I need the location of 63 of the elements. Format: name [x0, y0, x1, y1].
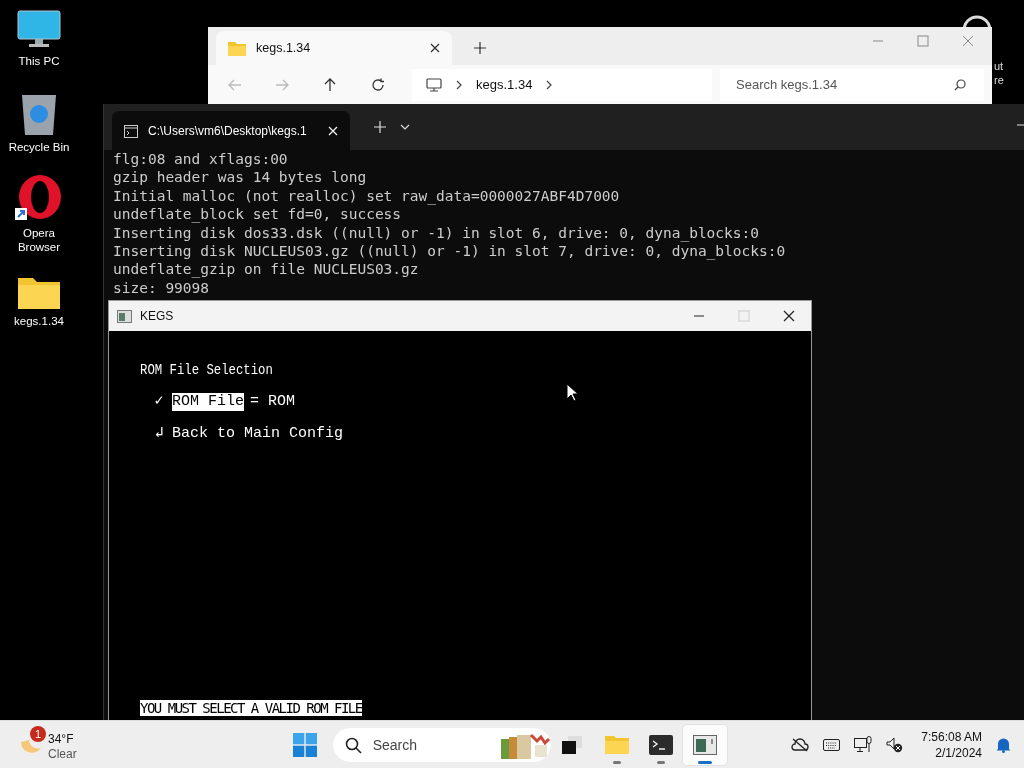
app-icon — [117, 309, 132, 323]
notification-bell-icon[interactable] — [996, 736, 1011, 753]
folder-tab[interactable]: kegs.1.34 — [216, 31, 452, 65]
notification-badge: 1 — [30, 725, 46, 742]
terminal-line: Initial malloc (not realloc) set raw_data=0000027ABF4D7000 — [113, 186, 621, 206]
opera-icon[interactable] — [15, 174, 63, 222]
menu-marker: ✓ — [153, 393, 165, 411]
computer-icon[interactable] — [17, 10, 61, 50]
mouse-cursor-icon — [566, 383, 578, 402]
menu-item[interactable]: Back to Main Config — [172, 425, 344, 443]
search-icon — [344, 736, 362, 754]
running-indicator — [656, 760, 665, 764]
running-indicator — [612, 760, 621, 764]
temperature: 34°F — [48, 731, 75, 747]
desktop-icon-label[interactable]: This PC — [4, 54, 74, 68]
chevron-icon[interactable] — [546, 79, 553, 90]
up-arrow-icon[interactable] — [324, 77, 336, 92]
desktop-icon-label[interactable]: Recycle Bin — [4, 140, 74, 154]
terminal-line: Inserting disk dos33.dsk ((null) or -1) in slot 6, drive: 0, dyna_blocks:0 — [113, 223, 760, 243]
task-view-icon[interactable] — [561, 735, 584, 754]
network-icon[interactable] — [854, 736, 873, 753]
desktop-icon-label[interactable]: ut re — [994, 59, 1004, 87]
terminal-line: undeflate_gzip on file NUCLEUS03.gz — [113, 260, 420, 279]
terminal-line: undeflate_block set fd=0, success — [113, 205, 403, 224]
terminal-icon — [124, 124, 138, 138]
refresh-icon[interactable] — [371, 77, 385, 92]
speaker-muted-icon[interactable] — [886, 736, 904, 753]
chevron-icon[interactable] — [456, 79, 462, 90]
monitor-icon — [426, 77, 442, 92]
menu-marker: ↲ — [153, 425, 165, 443]
moon-icon — [20, 739, 42, 754]
search-icon — [954, 78, 966, 91]
search-field[interactable]: Search kegs.1.34 — [720, 68, 984, 101]
running-indicator — [697, 760, 712, 764]
weather-condition: Clear — [48, 746, 77, 762]
status-message: YOU MUST SELECT A VALID ROM FILE — [140, 700, 362, 716]
terminal-line: Inserting disk NUCLEUS03.gz ((null) or -1) in slot 7, drive: 0, dyna_blocks:0 — [113, 242, 787, 261]
keyboard-icon[interactable] — [823, 738, 841, 751]
terminal-line: size: 99098 — [113, 278, 211, 298]
close-icon[interactable] — [430, 43, 440, 53]
folder-icon — [228, 40, 246, 56]
weather-widget[interactable]: 1 34°F Clear — [18, 725, 83, 764]
maximize-icon — [738, 310, 750, 322]
address-bar[interactable]: kegs.1.34 — [412, 68, 712, 101]
dropdown-icon[interactable] — [400, 124, 410, 130]
taskbar-button[interactable] — [682, 724, 727, 765]
terminal-line: flg:08 and xflags:00 — [113, 150, 289, 169]
terminal-tab[interactable]: C:\Users\vm6\Desktop\kegs.1 — [112, 111, 350, 151]
clock[interactable]: 7:56:08 AM 2/1/2024 — [921, 728, 982, 761]
menu-heading: ROM File Selection — [140, 361, 273, 381]
menu-value: = ROM — [250, 393, 296, 411]
new-tab-icon[interactable] — [474, 42, 486, 54]
terminal-line: gzip header was 14 bytes long — [113, 168, 368, 187]
close-icon[interactable] — [783, 310, 795, 322]
menu-item[interactable]: ROM File — [172, 393, 244, 411]
desktop-icon-label[interactable]: Opera Browser — [4, 226, 74, 254]
app-icon[interactable] — [692, 734, 717, 755]
desktop-icon-label[interactable]: kegs.1.34 — [4, 314, 74, 328]
recycle-bin-icon[interactable] — [20, 92, 58, 136]
start-icon[interactable] — [292, 732, 317, 757]
cloud-off-icon[interactable] — [791, 737, 810, 752]
terminal-icon[interactable] — [648, 734, 673, 755]
window-title: KEGS — [140, 309, 174, 323]
